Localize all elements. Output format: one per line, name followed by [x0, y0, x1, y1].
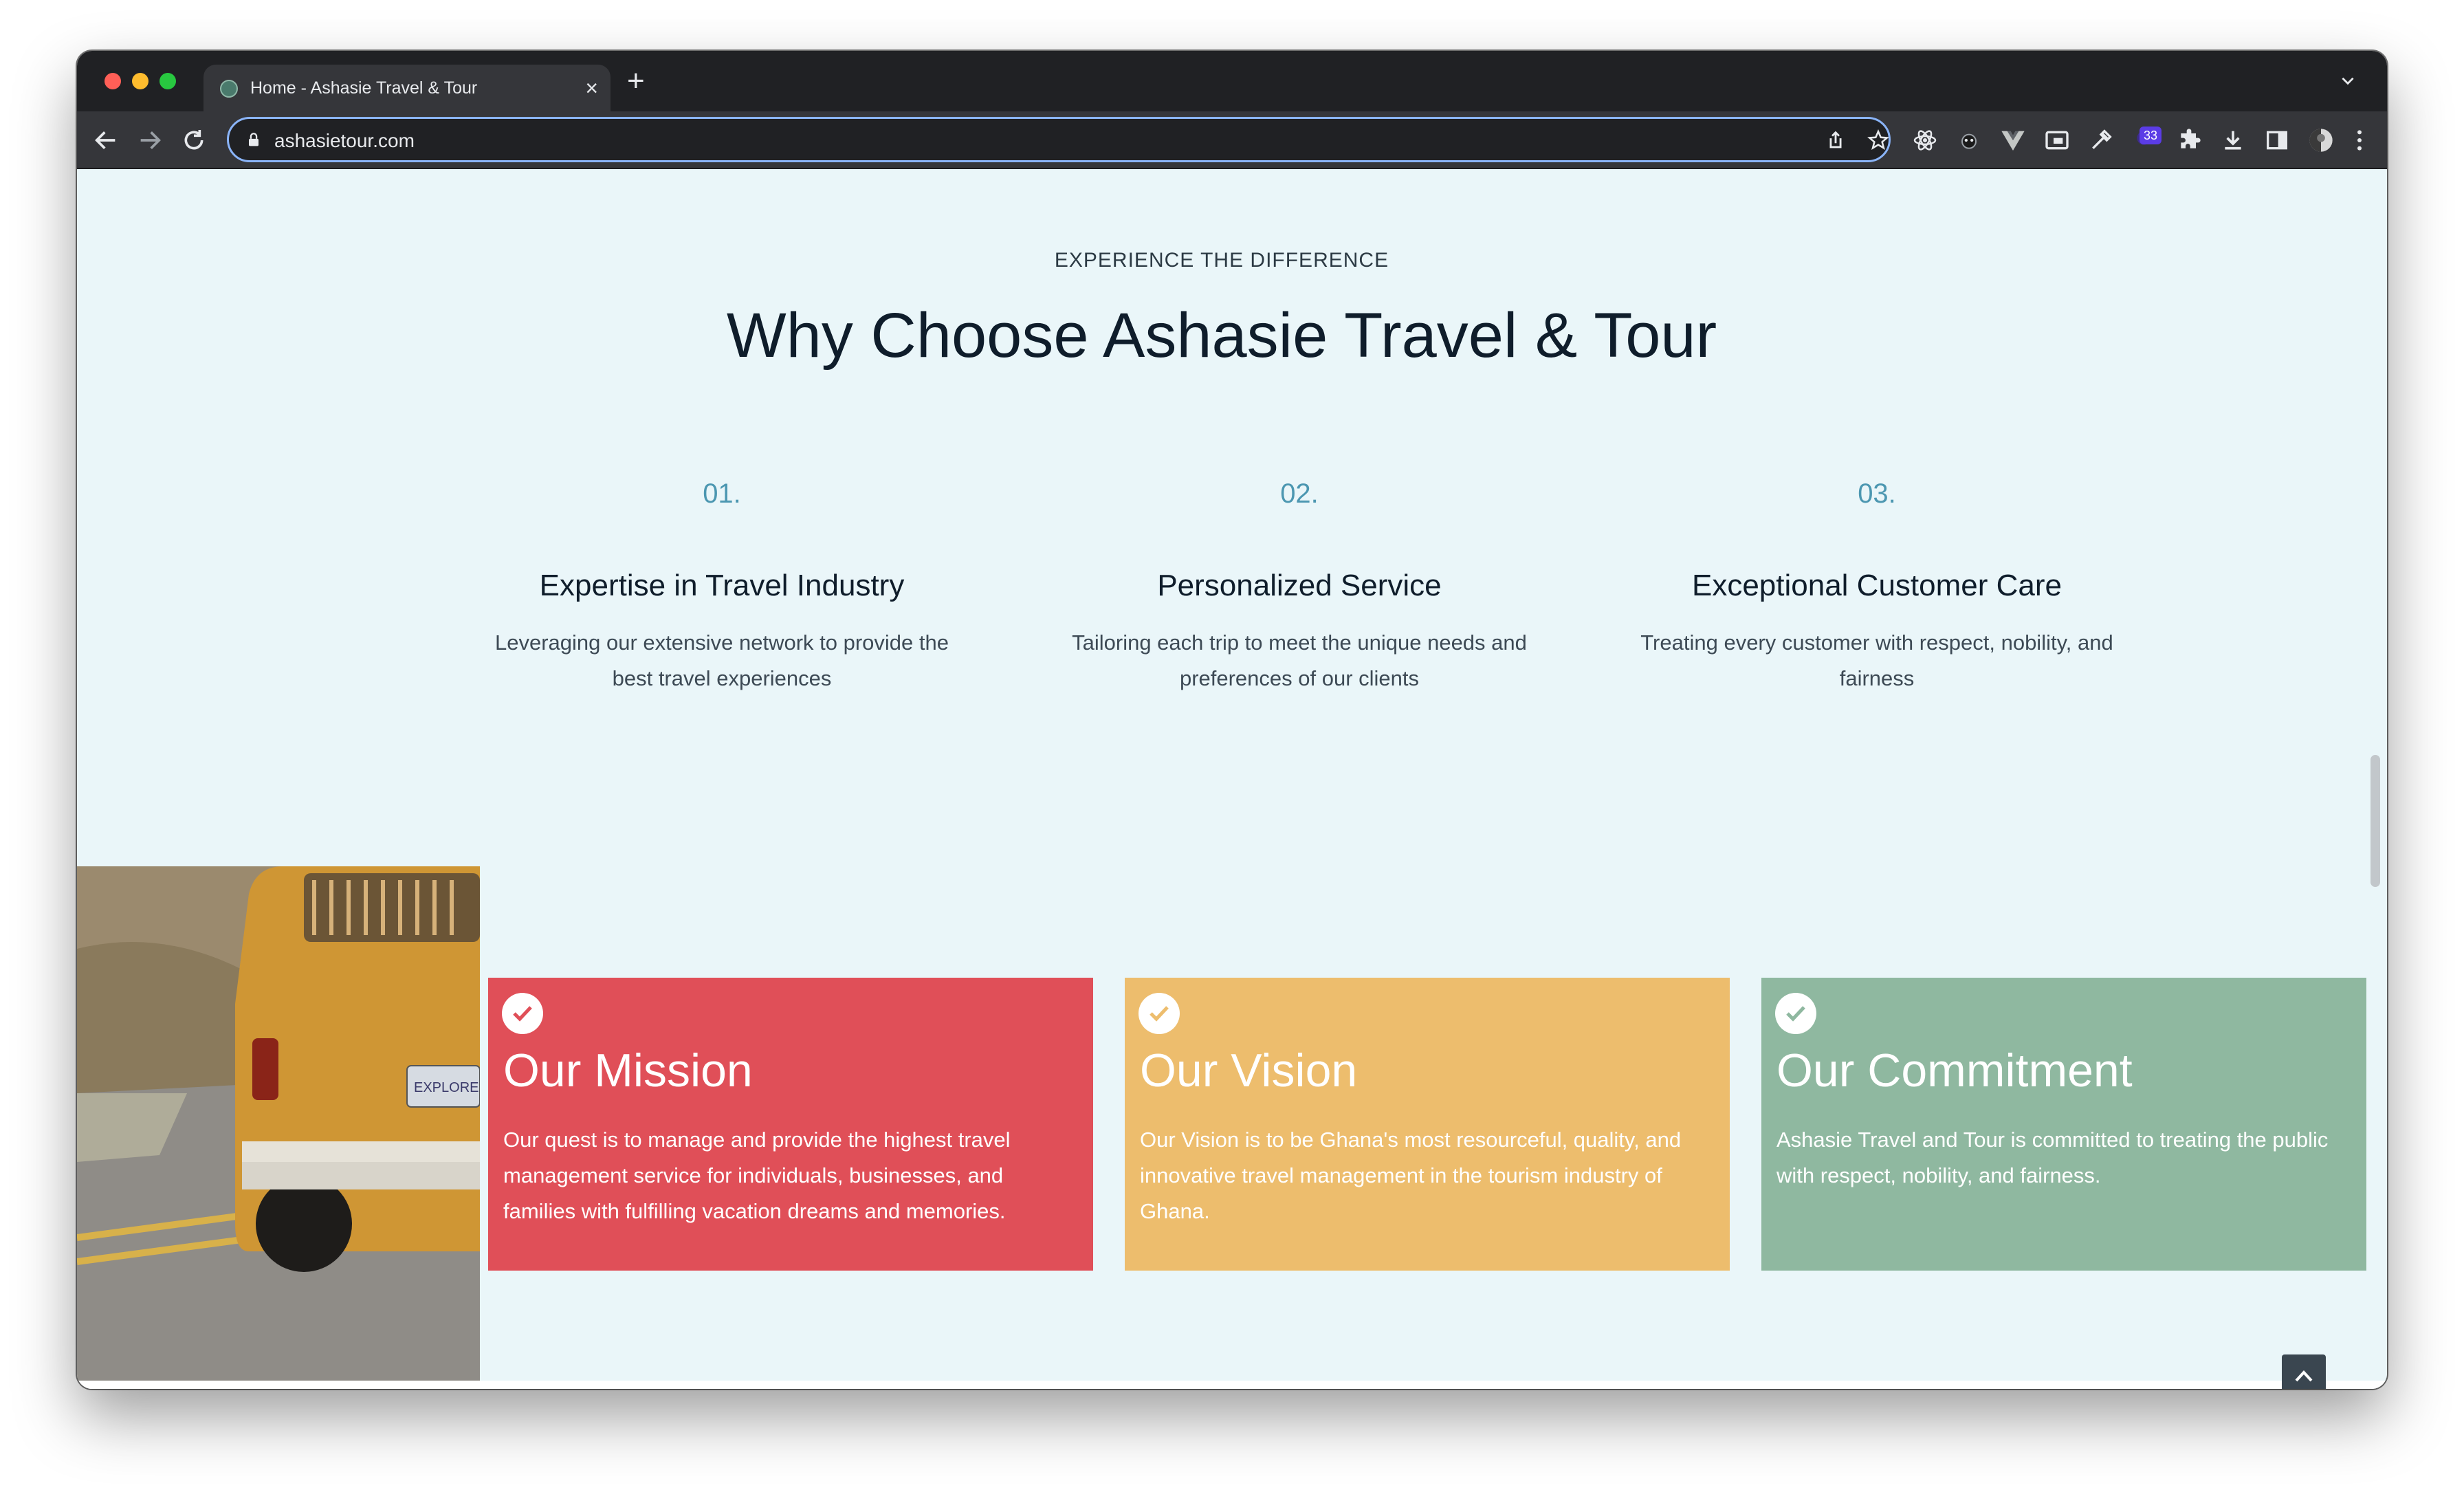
scrollbar-thumb[interactable]: [2370, 755, 2380, 887]
minimize-window-button[interactable]: [132, 73, 148, 89]
scroll-to-top-button[interactable]: [2282, 1354, 2326, 1389]
vision-card: Our Vision Our Vision is to be Ghana's m…: [1125, 978, 1730, 1271]
download-icon[interactable]: [2219, 127, 2247, 154]
tab-home[interactable]: Home - Ashasie Travel & Tour ×: [204, 65, 610, 111]
page-content: EXPERIENCE THE DIFFERENCE Why Choose Ash…: [77, 169, 2387, 1389]
extension-paw-icon[interactable]: [1955, 127, 1983, 154]
mission-card: Our Mission Our quest is to manage and p…: [488, 978, 1093, 1271]
page-footer-strip: [77, 1381, 2387, 1389]
share-icon[interactable]: [1824, 129, 1847, 152]
feature-title: Exceptional Customer Care: [1691, 569, 2062, 602]
feature-description: Tailoring each trip to meet the unique n…: [1072, 630, 1527, 690]
check-icon: [1775, 993, 1816, 1034]
side-panel-icon[interactable]: [2263, 127, 2291, 154]
feature-description: Treating every customer with respect, no…: [1640, 630, 2113, 690]
check-icon: [1138, 993, 1180, 1034]
feature-number: 02.: [1280, 479, 1319, 509]
lock-icon[interactable]: [244, 130, 263, 149]
check-icon: [502, 993, 543, 1034]
bookmark-star-icon[interactable]: [1867, 129, 1890, 152]
url-text[interactable]: ashasietour.com: [274, 130, 415, 152]
tab-close-icon[interactable]: ×: [585, 74, 598, 102]
extensions-puzzle-icon[interactable]: [2175, 127, 2203, 154]
eyedropper-icon[interactable]: [2087, 127, 2115, 154]
extension-count-badge: 33: [2140, 127, 2162, 144]
new-tab-button[interactable]: +: [627, 66, 645, 96]
site-favicon-icon: [220, 80, 238, 98]
feature-title: Expertise in Travel Industry: [539, 569, 905, 602]
section-headline: Why Choose Ashasie Travel & Tour: [726, 300, 1717, 371]
tab-title: Home - Ashasie Travel & Tour: [250, 78, 478, 98]
feature-number: 01.: [703, 479, 741, 509]
feature-description: Leveraging our extensive network to prov…: [494, 630, 949, 690]
feature-number: 03.: [1858, 479, 1896, 509]
feature-customer-care: 03. Exceptional Customer Care Treating e…: [1636, 479, 2118, 696]
card-title: Our Mission: [503, 1044, 753, 1097]
license-plate-text: EXPLORE: [414, 1080, 478, 1095]
browser-window: Home - Ashasie Travel & Tour × + ashasie…: [77, 51, 2387, 1389]
maximize-window-button[interactable]: [160, 73, 176, 89]
profile-avatar-icon[interactable]: [2307, 127, 2335, 154]
reload-icon[interactable]: [180, 127, 208, 154]
card-text: Our quest is to manage and provide the h…: [503, 1128, 1011, 1223]
address-bar[interactable]: ashasietour.com: [227, 117, 1891, 162]
tab-bar: Home - Ashasie Travel & Tour × +: [77, 51, 2387, 111]
feature-title: Personalized Service: [1157, 569, 1442, 602]
tab-search-chevron-icon[interactable]: [2339, 72, 2357, 89]
browser-toolbar: ashasietour.com: [77, 111, 2387, 169]
feature-personalized: 02. Personalized Service Tailoring each …: [1059, 479, 1540, 696]
chevron-up-icon: [2295, 1370, 2313, 1382]
browser-menu-icon[interactable]: [2346, 127, 2373, 154]
commitment-card: Our Commitment Ashasie Travel and Tour i…: [1761, 978, 2366, 1271]
card-title: Our Vision: [1140, 1044, 1358, 1097]
window-extension-icon[interactable]: [2043, 127, 2071, 154]
forward-arrow-icon[interactable]: [136, 127, 164, 154]
card-text: Our Vision is to be Ghana's most resourc…: [1140, 1128, 1682, 1223]
vue-devtools-icon[interactable]: [1999, 127, 2027, 154]
section-eyebrow: EXPERIENCE THE DIFFERENCE: [1054, 249, 1389, 272]
card-text: Ashasie Travel and Tour is committed to …: [1776, 1128, 2329, 1187]
van-image: EXPLORE: [77, 866, 480, 1381]
back-arrow-icon[interactable]: [92, 127, 120, 154]
react-devtools-icon[interactable]: [1911, 127, 1939, 154]
feature-expertise: 01. Expertise in Travel Industry Leverag…: [481, 479, 962, 696]
card-title: Our Commitment: [1776, 1044, 2133, 1097]
close-window-button[interactable]: [104, 73, 121, 89]
